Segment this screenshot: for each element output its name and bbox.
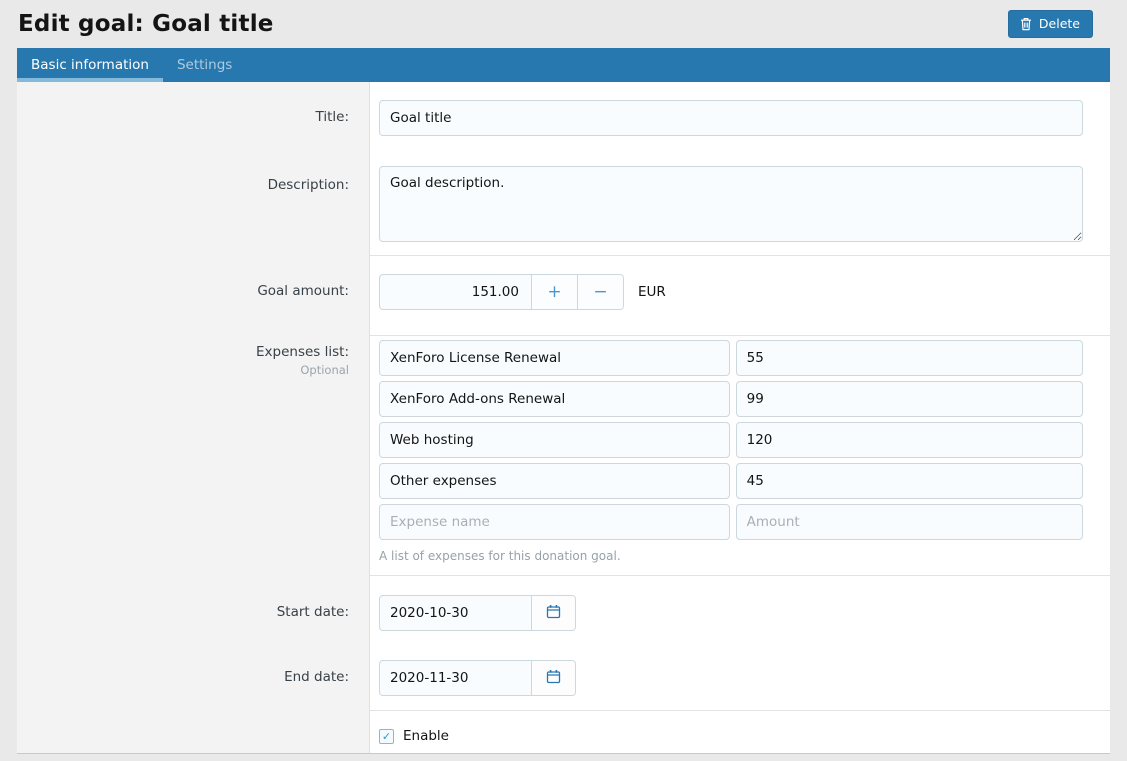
- title-label: Title:: [17, 82, 370, 161]
- edit-goal-form: Title: Description: Goal description. Go…: [17, 82, 1110, 754]
- decrement-button[interactable]: −: [577, 275, 623, 309]
- page-header: Edit goal: Goal title Delete: [0, 0, 1127, 48]
- expenses-label: Expenses list:: [17, 344, 349, 360]
- expense-name-input[interactable]: [379, 504, 730, 540]
- tab-settings[interactable]: Settings: [163, 48, 246, 82]
- expense-amount-input[interactable]: [736, 463, 1083, 499]
- expenses-optional-note: Optional: [17, 363, 349, 377]
- end-date-input[interactable]: [380, 661, 531, 695]
- expense-name-input[interactable]: [379, 381, 730, 417]
- tab-basic-information[interactable]: Basic information: [17, 48, 163, 82]
- start-date-picker-button[interactable]: [531, 596, 575, 630]
- calendar-icon: [546, 669, 561, 687]
- start-date-group: [379, 595, 576, 631]
- start-date-label: Start date:: [17, 576, 370, 645]
- tab-basic-information-label: Basic information: [31, 57, 149, 73]
- title-input[interactable]: [379, 100, 1083, 136]
- page-title: Edit goal: Goal title: [18, 11, 274, 37]
- end-date-group: [379, 660, 576, 696]
- expenses-hint: A list of expenses for this donation goa…: [379, 549, 1083, 563]
- expense-row: [379, 381, 1083, 417]
- end-date-label: End date:: [17, 645, 370, 711]
- form-row-goal-amount: Goal amount: + − EUR: [17, 256, 1110, 336]
- expense-amount-input[interactable]: [736, 340, 1083, 376]
- calendar-icon: [546, 604, 561, 622]
- minus-icon: −: [593, 282, 607, 302]
- goal-amount-input[interactable]: [380, 275, 531, 309]
- expense-row-empty: [379, 504, 1083, 540]
- tab-settings-label: Settings: [177, 57, 232, 73]
- form-row-description: Description: Goal description.: [17, 161, 1110, 256]
- goal-amount-label: Goal amount:: [17, 256, 370, 336]
- start-date-input[interactable]: [380, 596, 531, 630]
- description-label: Description:: [17, 161, 370, 256]
- tab-bar: Basic information Settings: [17, 48, 1110, 82]
- expense-amount-input[interactable]: [736, 422, 1083, 458]
- goal-amount-stepper: + −: [379, 274, 624, 310]
- expense-row: [379, 340, 1083, 376]
- check-icon: ✓: [382, 731, 391, 742]
- form-row-title: Title:: [17, 82, 1110, 161]
- form-row-end-date: End date:: [17, 645, 1110, 711]
- expense-name-input[interactable]: [379, 340, 730, 376]
- end-date-picker-button[interactable]: [531, 661, 575, 695]
- plus-icon: +: [547, 282, 561, 302]
- delete-button-label: Delete: [1039, 16, 1080, 31]
- form-row-start-date: Start date:: [17, 576, 1110, 645]
- delete-button[interactable]: Delete: [1008, 10, 1093, 38]
- expense-name-input[interactable]: [379, 463, 730, 499]
- expense-row: [379, 422, 1083, 458]
- expense-row: [379, 463, 1083, 499]
- currency-label: EUR: [638, 284, 666, 300]
- enable-checkbox[interactable]: ✓: [379, 729, 394, 744]
- description-textarea[interactable]: Goal description.: [379, 166, 1083, 242]
- expense-amount-input[interactable]: [736, 504, 1083, 540]
- enable-checkbox-row[interactable]: ✓ Enable: [379, 728, 1083, 744]
- trash-icon: [1020, 17, 1032, 31]
- increment-button[interactable]: +: [531, 275, 577, 309]
- enable-checkbox-label: Enable: [403, 728, 449, 744]
- form-row-enable: ✓ Enable: [17, 711, 1110, 753]
- expense-name-input[interactable]: [379, 422, 730, 458]
- expense-amount-input[interactable]: [736, 381, 1083, 417]
- form-row-expenses: Expenses list: Optional: [17, 336, 1110, 576]
- enable-label-cell: [17, 711, 370, 753]
